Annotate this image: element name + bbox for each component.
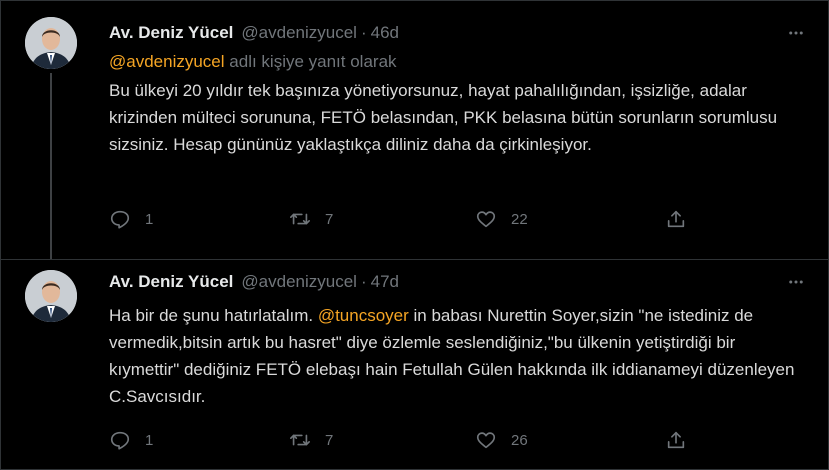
tweet-mention[interactable]: @tuncsoyer: [318, 306, 409, 325]
more-icon[interactable]: [784, 270, 808, 294]
separator-dot: ·: [360, 272, 367, 291]
replying-to: @avdenizyucel adlı kişiye yanıt olarak: [109, 51, 808, 73]
thread-line: [50, 73, 52, 259]
tweet-actions: 1 7 22: [109, 204, 709, 234]
avatar[interactable]: [25, 17, 77, 69]
author-handle[interactable]: @avdenizyucel: [241, 272, 357, 292]
reply-count: 1: [145, 431, 154, 449]
like-count: 26: [511, 431, 528, 449]
reply-count: 1: [145, 210, 154, 228]
replying-mention[interactable]: @avdenizyucel: [109, 52, 225, 71]
retweet-icon: [290, 434, 310, 446]
tweet-time[interactable]: 47d: [371, 272, 399, 292]
tweet-text-before: Ha bir de şunu hatırlatalım.: [109, 306, 318, 325]
author-handle[interactable]: @avdenizyucel: [241, 23, 357, 43]
retweet-count: 7: [325, 431, 334, 449]
tweet-header: Av. Deniz Yücel @avdenizyucel · 47d: [109, 270, 808, 294]
tweet[interactable]: Av. Deniz Yücel @avdenizyucel · 46d @avd…: [1, 1, 828, 259]
retweet-button[interactable]: 7: [289, 425, 333, 455]
reply-icon: [110, 210, 130, 229]
timeline: Av. Deniz Yücel @avdenizyucel · 46d @avd…: [0, 0, 829, 470]
share-icon: [667, 431, 685, 449]
reply-button[interactable]: 1: [109, 425, 153, 455]
reply-icon: [110, 431, 130, 450]
share-icon: [667, 210, 685, 228]
author-name[interactable]: Av. Deniz Yücel: [109, 23, 233, 43]
retweet-icon: [290, 213, 310, 225]
retweet-count: 7: [325, 210, 334, 228]
author-name[interactable]: Av. Deniz Yücel: [109, 272, 233, 292]
like-icon: [476, 211, 496, 228]
retweet-button[interactable]: 7: [289, 204, 333, 234]
tweet-text: Ha bir de şunu hatırlatalım. @tuncsoyer …: [109, 302, 808, 410]
tweet-header: Av. Deniz Yücel @avdenizyucel · 46d: [109, 21, 808, 45]
replying-suffix: adlı kişiye yanıt olarak: [229, 52, 397, 71]
reply-button[interactable]: 1: [109, 204, 153, 234]
like-count: 22: [511, 210, 528, 228]
tweet-text: Bu ülkeyi 20 yıldır tek başınıza yönetiy…: [109, 81, 778, 154]
separator-dot: ·: [360, 23, 367, 42]
like-button[interactable]: 26: [475, 425, 528, 455]
tweet-actions: 1 7 26: [109, 425, 709, 455]
like-button[interactable]: 22: [475, 204, 528, 234]
more-icon[interactable]: [784, 21, 808, 45]
share-button[interactable]: [665, 425, 687, 455]
like-icon: [476, 432, 496, 449]
avatar[interactable]: [25, 270, 77, 322]
tweet[interactable]: Av. Deniz Yücel @avdenizyucel · 47d Ha b…: [1, 259, 828, 470]
share-button[interactable]: [665, 204, 687, 234]
tweet-time[interactable]: 46d: [371, 23, 399, 43]
